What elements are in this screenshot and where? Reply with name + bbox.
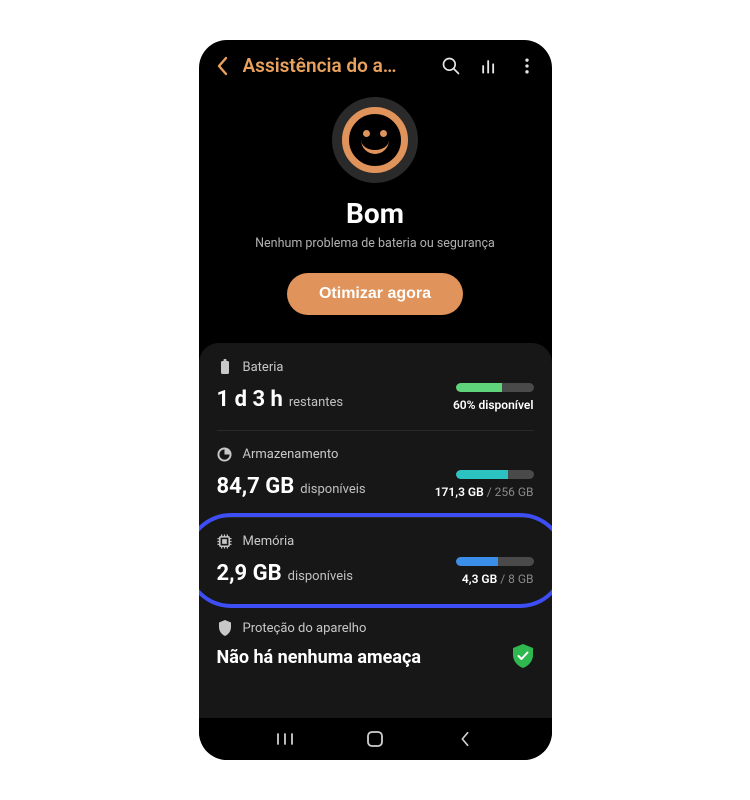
system-navbar bbox=[199, 718, 552, 760]
storage-icon bbox=[217, 446, 233, 462]
protection-label: Proteção do aparelho bbox=[243, 621, 367, 636]
chevron-left-icon bbox=[216, 56, 228, 76]
recents-button[interactable] bbox=[271, 725, 299, 753]
recents-icon bbox=[275, 732, 295, 746]
home-icon bbox=[366, 730, 384, 748]
phone-frame: Assistência do a… bbox=[199, 40, 552, 760]
app-header: Assistência do a… bbox=[199, 40, 552, 87]
search-button[interactable] bbox=[440, 55, 462, 77]
storage-bar bbox=[456, 470, 534, 479]
battery-value: 1 d 3 h bbox=[217, 387, 283, 412]
memory-label: Memória bbox=[243, 534, 295, 549]
battery-suffix: restantes bbox=[289, 395, 343, 410]
storage-card[interactable]: Armazenamento 84,7 GB disponíveis 171,3 … bbox=[199, 430, 552, 517]
page-title: Assistência do a… bbox=[243, 54, 424, 77]
battery-bar bbox=[456, 383, 534, 392]
storage-usage-text: 171,3 GB / 256 GB bbox=[435, 485, 534, 499]
memory-usage-text: 4,3 GB / 8 GB bbox=[462, 572, 534, 586]
battery-available-text: 60% disponível bbox=[453, 398, 534, 412]
memory-card[interactable]: Memória 2,9 GB disponíveis 4,3 GB / 8 GB bbox=[199, 517, 552, 604]
nav-back-button[interactable] bbox=[451, 725, 479, 753]
cards-panel: Bateria 1 d 3 h restantes 60% disponível bbox=[199, 343, 552, 718]
stats-button[interactable] bbox=[478, 55, 500, 77]
storage-suffix: disponíveis bbox=[300, 482, 365, 497]
battery-icon bbox=[217, 359, 233, 375]
battery-label: Bateria bbox=[243, 360, 284, 375]
more-button[interactable] bbox=[516, 55, 538, 77]
bar-chart-icon bbox=[479, 56, 499, 76]
storage-label: Armazenamento bbox=[243, 447, 339, 462]
home-button[interactable] bbox=[361, 725, 389, 753]
status-title: Bom bbox=[346, 197, 404, 230]
optimize-button[interactable]: Otimizar agora bbox=[287, 273, 463, 315]
battery-card[interactable]: Bateria 1 d 3 h restantes 60% disponível bbox=[199, 343, 552, 430]
storage-value: 84,7 GB bbox=[217, 474, 295, 499]
memory-suffix: disponíveis bbox=[288, 569, 353, 584]
search-icon bbox=[441, 56, 461, 76]
shield-icon bbox=[217, 620, 233, 636]
protection-card[interactable]: Proteção do aparelho Não há nenhuma amea… bbox=[199, 604, 552, 686]
shield-check-icon bbox=[512, 644, 534, 668]
memory-icon bbox=[217, 533, 233, 549]
back-button[interactable] bbox=[213, 57, 231, 75]
hero-section: Bom Nenhum problema de bateria ou segura… bbox=[199, 87, 552, 343]
chevron-left-icon bbox=[458, 730, 472, 748]
protection-status: Não há nenhuma ameaça bbox=[217, 647, 422, 668]
memory-bar bbox=[456, 557, 534, 566]
memory-value: 2,9 GB bbox=[217, 561, 282, 586]
status-subtitle: Nenhum problema de bateria ou segurança bbox=[255, 236, 495, 251]
status-face-icon bbox=[332, 97, 418, 183]
more-vertical-icon bbox=[517, 56, 537, 76]
